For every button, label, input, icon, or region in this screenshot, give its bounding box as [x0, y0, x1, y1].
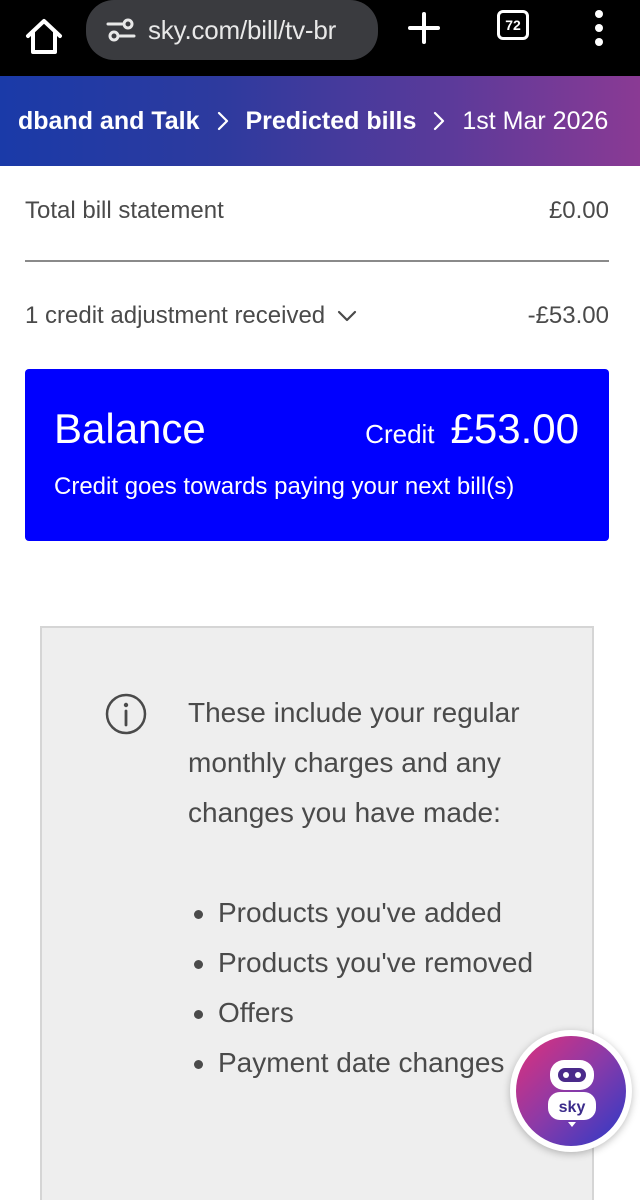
home-icon[interactable] [22, 14, 66, 58]
list-item: Products you've added [188, 888, 538, 938]
total-bill-value: £0.00 [548, 197, 609, 224]
chevron-right-icon [434, 111, 445, 131]
balance-type: Credit [365, 419, 435, 449]
info-box: These include your regular monthly charg… [40, 626, 594, 1200]
url-text[interactable]: sky.com/bill/tv-br [148, 15, 374, 46]
chat-robot-icon: sky [548, 1060, 596, 1127]
credit-adjustment-toggle[interactable]: 1 credit adjustment received [25, 302, 357, 330]
breadcrumb-broadband-talk[interactable]: dband and Talk [18, 107, 200, 136]
breadcrumb-current-date: 1st Mar 2026 [462, 106, 609, 135]
chevron-down-icon [338, 310, 357, 322]
chat-button-background: sky [516, 1036, 626, 1146]
tab-count-label: 72 [505, 17, 521, 33]
plus-icon[interactable] [404, 8, 444, 48]
list-item: Products you've removed [188, 938, 538, 988]
tab-switcher-icon[interactable]: 72 [497, 10, 529, 40]
address-bar[interactable]: sky.com/bill/tv-br [86, 0, 378, 60]
balance-note: Credit goes towards paying your next bil… [54, 473, 515, 500]
sky-logo: sky [559, 1099, 586, 1116]
info-intro-text: These include your regular monthly charg… [188, 697, 520, 828]
more-vert-icon[interactable] [584, 6, 614, 50]
credit-adjustment-label: 1 credit adjustment received [25, 302, 326, 329]
list-item: Payment date changes [188, 1038, 538, 1088]
credit-adjustment-value: -£53.00 [527, 302, 609, 329]
balance-amount: £53.00 [450, 405, 579, 452]
browser-toolbar: sky.com/bill/tv-br 72 [0, 0, 640, 76]
balance-title: Balance [54, 405, 206, 452]
breadcrumb-predicted-bills[interactable]: Predicted bills [246, 107, 417, 136]
balance-amount-group: Credit £53.00 [365, 405, 579, 453]
credit-adjustment-row: 1 credit adjustment received -£53.00 [25, 298, 609, 334]
balance-card: Balance Credit £53.00 Credit goes toward… [25, 369, 609, 541]
info-icon [105, 693, 147, 735]
list-item: Offers [188, 988, 538, 1038]
total-bill-row: Total bill statement £0.00 [25, 194, 609, 228]
site-settings-icon[interactable] [106, 17, 136, 43]
info-list: Products you've added Products you've re… [188, 888, 538, 1088]
breadcrumb: dband and Talk Predicted bills 1st Mar 2… [0, 76, 640, 166]
divider [25, 260, 609, 262]
chevron-right-icon [217, 111, 228, 131]
total-bill-label: Total bill statement [25, 197, 224, 224]
chat-assistant-button[interactable]: sky [510, 1030, 632, 1152]
